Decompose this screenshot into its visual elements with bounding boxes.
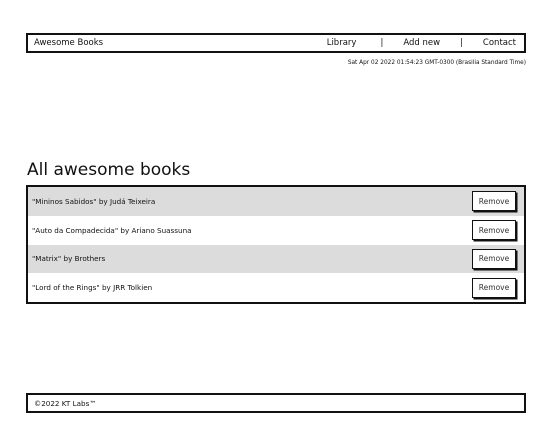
current-datetime: Sat Apr 02 2022 01:54:23 GMT-0300 (Brasi…: [347, 60, 526, 66]
book-list: "Mininos Sabidos" by Judá Teixeira Remov…: [26, 185, 526, 304]
nav-separator: |: [380, 38, 384, 48]
remove-button[interactable]: Remove: [472, 191, 516, 212]
footer-copyright: ©2022 KT Labs™: [34, 398, 97, 408]
brand[interactable]: Awesome Books: [34, 38, 103, 48]
page: Awesome Books Library | Add new | Contac…: [0, 0, 544, 448]
book-label: "Lord of the Rings" by JRR Tolkien: [32, 283, 153, 293]
nav-links: Library | Add new | Contact: [327, 38, 516, 48]
nav-link-contact[interactable]: Contact: [483, 38, 516, 48]
nav-separator: |: [460, 38, 463, 48]
book-label: "Mininos Sabidos" by Judá Teixeira: [32, 196, 156, 206]
book-row: "Auto da Compadecida" by Ariano Suassuna…: [28, 216, 524, 245]
footer: ©2022 KT Labs™: [26, 393, 526, 413]
remove-button[interactable]: Remove: [472, 220, 516, 241]
nav-link-add-new[interactable]: Add new: [403, 38, 440, 48]
navbar: Awesome Books Library | Add new | Contac…: [26, 33, 526, 53]
book-label: "Matrix" by Brothers: [32, 254, 106, 264]
remove-button[interactable]: Remove: [472, 277, 516, 298]
remove-button[interactable]: Remove: [472, 248, 516, 269]
nav-link-library[interactable]: Library: [327, 38, 357, 48]
book-row: "Matrix" by Brothers Remove: [28, 244, 524, 274]
book-label: "Auto da Compadecida" by Ariano Suassuna: [32, 225, 192, 235]
book-row: "Mininos Sabidos" by Judá Teixeira Remov…: [28, 187, 524, 216]
section-title: All awesome books: [27, 160, 191, 180]
book-row: "Lord of the Rings" by JRR Tolkien Remov…: [28, 273, 524, 302]
